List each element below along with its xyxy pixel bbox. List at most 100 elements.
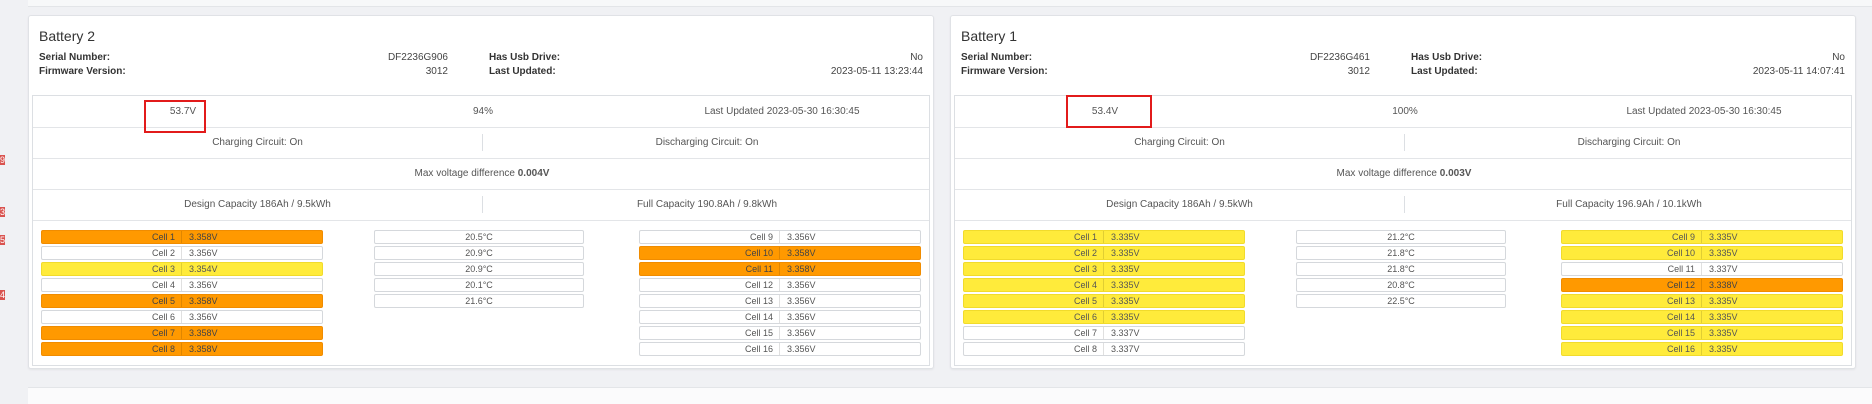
battery-stats-box: 53.7V 94% Last Updated 2023-05-30 16:30:… — [32, 95, 930, 366]
capacity-row: Design Capacity 186Ah / 9.5kWh Full Capa… — [33, 189, 929, 221]
cell-voltage-row: Cell 1 3.335V — [963, 230, 1245, 244]
cell-column-right: Cell 9 3.335V Cell 10 3.335V Cell 11 3.337V Ce… — [1561, 230, 1843, 358]
cell-voltage-row: Cell 2 3.356V — [41, 246, 323, 260]
usb-drive-value: No — [1832, 52, 1845, 63]
cell-name: Cell 5 — [42, 295, 182, 307]
cell-name: Cell 8 — [42, 343, 182, 355]
cell-voltage: 3.335V — [1709, 232, 1738, 242]
cell-voltage-row: Cell 6 3.335V — [963, 310, 1245, 324]
cell-name: Cell 12 — [1562, 279, 1702, 291]
state-of-charge: 94% — [472, 106, 493, 117]
cell-name: Cell 13 — [1562, 295, 1702, 307]
temperature-reading: 21.8°C — [1296, 246, 1506, 260]
discharging-circuit: Discharging Circuit: On — [655, 137, 759, 148]
cell-column-left: Cell 1 3.358V Cell 2 3.356V Cell 3 3.354V Cell… — [41, 230, 323, 358]
cell-voltage: 3.358V — [189, 232, 218, 242]
discharging-circuit: Discharging Circuit: On — [1577, 137, 1681, 148]
cell-voltage: 3.358V — [189, 296, 218, 306]
cell-voltage: 3.356V — [787, 312, 816, 322]
temperature-reading: 20.9°C — [374, 262, 584, 276]
cell-voltage: 3.358V — [189, 328, 218, 338]
firmware-label: Firmware Version: — [39, 66, 126, 77]
cell-voltage: 3.358V — [787, 248, 816, 258]
last-updated-value: 2023-05-11 13:23:44 — [830, 66, 923, 77]
cell-voltage-row: Cell 12 3.338V — [1561, 278, 1843, 292]
last-updated-label: Last Updated: — [1411, 66, 1478, 77]
design-capacity: Design Capacity 186Ah / 9.5kWh — [1106, 199, 1253, 210]
charging-circuit: Charging Circuit: On — [212, 137, 303, 148]
cell-voltage-row: Cell 4 3.335V — [963, 278, 1245, 292]
temperature-reading: 20.9°C — [374, 246, 584, 260]
design-capacity: Design Capacity 186Ah / 9.5kWh — [184, 199, 331, 210]
cell-grid: Cell 1 3.358V Cell 2 3.356V Cell 3 3.354V Cell… — [33, 230, 929, 362]
cell-voltage-row: Cell 9 3.356V — [639, 230, 921, 244]
cell-name: Cell 16 — [1562, 343, 1702, 355]
cell-name: Cell 14 — [640, 311, 780, 323]
cell-voltage-row: Cell 12 3.356V — [639, 278, 921, 292]
battery-title: Battery 2 — [39, 28, 96, 44]
cell-name: Cell 4 — [42, 279, 182, 291]
usb-drive-value: No — [910, 52, 923, 63]
cell-voltage: 3.335V — [1709, 312, 1738, 322]
left-edge-markers: 9 3 5 4 — [0, 0, 6, 403]
voltage-difference-row: Max voltage difference 0.003V — [955, 158, 1851, 190]
cell-voltage-row: Cell 1 3.358V — [41, 230, 323, 244]
cell-name: Cell 9 — [640, 231, 780, 243]
edge-marker: 9 — [0, 155, 5, 165]
temperature-column: 20.5°C 20.9°C 20.9°C 20.1°C 21.6°C — [374, 230, 584, 310]
max-voltage-difference-value: 0.003V — [1439, 168, 1472, 179]
cell-name: Cell 3 — [964, 263, 1104, 275]
state-of-charge: 100% — [1392, 106, 1418, 117]
cell-voltage: 3.356V — [189, 312, 218, 322]
cell-voltage-row: Cell 15 3.335V — [1561, 326, 1843, 340]
serial-number-label: Serial Number: — [961, 52, 1033, 63]
cell-voltage: 3.356V — [787, 280, 816, 290]
cell-voltage-row: Cell 10 3.358V — [639, 246, 921, 260]
cell-grid: Cell 1 3.335V Cell 2 3.335V Cell 3 3.335V Cell… — [955, 230, 1851, 362]
voltage-difference-row: Max voltage difference 0.004V — [33, 158, 929, 190]
cell-voltage-row: Cell 11 3.337V — [1561, 262, 1843, 276]
cell-voltage: 3.335V — [1111, 248, 1140, 258]
cell-voltage-row: Cell 9 3.335V — [1561, 230, 1843, 244]
cell-name: Cell 6 — [42, 311, 182, 323]
cell-name: Cell 7 — [42, 327, 182, 339]
edge-marker: 5 — [0, 235, 5, 245]
temperature-reading: 21.2°C — [1296, 230, 1506, 244]
cell-voltage: 3.337V — [1111, 328, 1140, 338]
stats-last-updated: Last Updated 2023-05-30 16:30:45 — [704, 106, 860, 117]
cell-name: Cell 2 — [42, 247, 182, 259]
capacity-row: Design Capacity 186Ah / 9.5kWh Full Capa… — [955, 189, 1851, 221]
cell-voltage: 3.337V — [1111, 344, 1140, 354]
cell-voltage: 3.358V — [189, 344, 218, 354]
voltage-highlight-box — [144, 100, 206, 133]
cell-voltage-row: Cell 11 3.358V — [639, 262, 921, 276]
previous-card-edge — [28, 0, 1872, 7]
temperature-reading: 20.5°C — [374, 230, 584, 244]
battery-info: Serial Number: DF2236G906 Has Usb Drive:… — [39, 51, 923, 81]
cell-voltage: 3.356V — [787, 232, 816, 242]
temperature-reading: 21.6°C — [374, 294, 584, 308]
temperature-reading: 21.8°C — [1296, 262, 1506, 276]
temperature-reading: 20.8°C — [1296, 278, 1506, 292]
cell-name: Cell 1 — [964, 231, 1104, 243]
temperature-column: 21.2°C 21.8°C 21.8°C 20.8°C 22.5°C — [1296, 230, 1506, 310]
temperature-reading: 20.1°C — [374, 278, 584, 292]
cell-name: Cell 16 — [640, 343, 780, 355]
cell-name: Cell 2 — [964, 247, 1104, 259]
cell-voltage: 3.354V — [189, 264, 218, 274]
cell-voltage-row: Cell 10 3.335V — [1561, 246, 1843, 260]
max-voltage-difference: Max voltage difference 0.004V — [33, 158, 931, 189]
cell-name: Cell 3 — [42, 263, 182, 275]
cell-name: Cell 11 — [1562, 263, 1702, 275]
cell-voltage-row: Cell 14 3.335V — [1561, 310, 1843, 324]
max-voltage-difference: Max voltage difference 0.003V — [955, 158, 1853, 189]
cell-voltage: 3.356V — [787, 328, 816, 338]
edge-marker: 4 — [0, 290, 5, 300]
battery-info: Serial Number: DF2236G461 Has Usb Drive:… — [961, 51, 1845, 81]
cell-column-right: Cell 9 3.356V Cell 10 3.358V Cell 11 3.358V Ce… — [639, 230, 921, 358]
max-voltage-difference-label: Max voltage difference — [1336, 168, 1440, 179]
cell-name: Cell 13 — [640, 295, 780, 307]
cell-name: Cell 5 — [964, 295, 1104, 307]
firmware-value: 3012 — [425, 66, 448, 77]
cell-name: Cell 12 — [640, 279, 780, 291]
